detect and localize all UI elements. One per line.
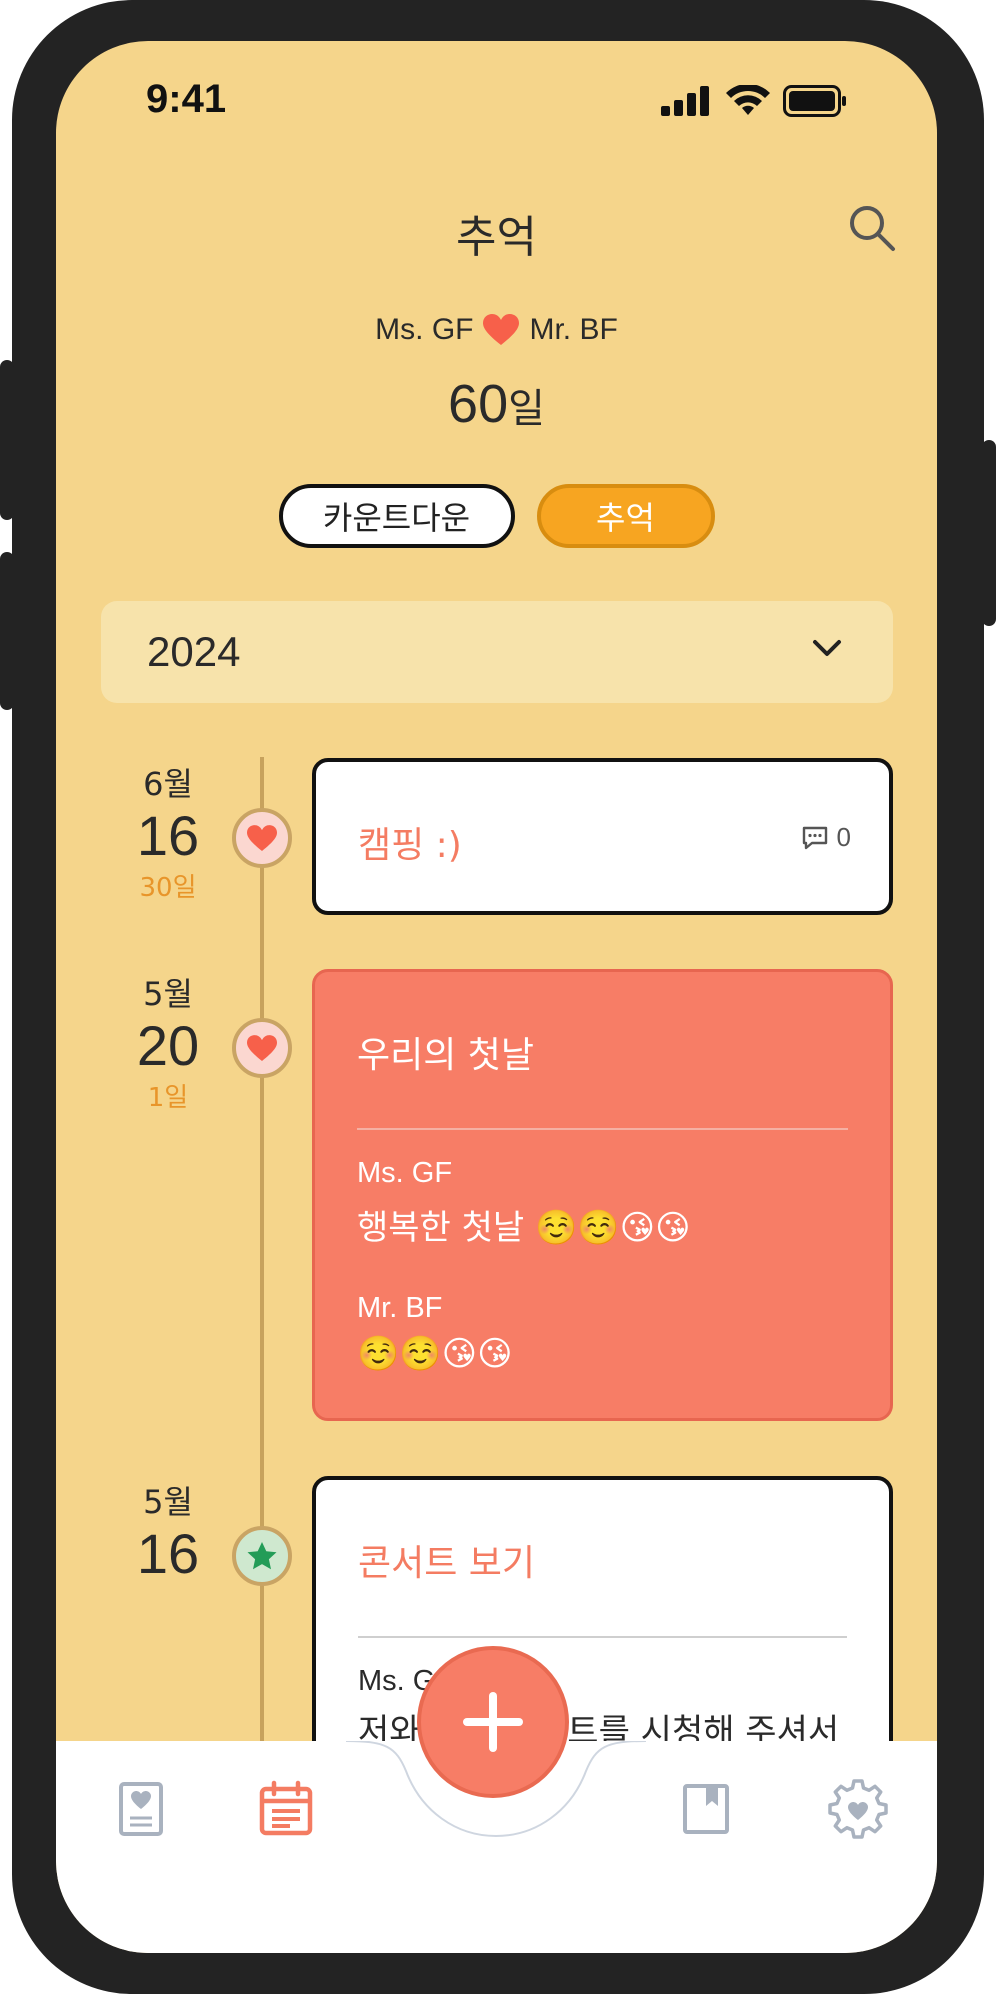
entry-message: 행복한 첫날 ☺️☺️😘😘 [357,1208,691,1248]
memory-card[interactable]: 우리의 첫날 Ms. GF 행복한 첫날 ☺️☺️😘😘 Mr. BF ☺️☺️😘… [312,969,893,1421]
status-time: 9:41 [146,77,227,121]
right-name: Mr. BF [529,313,618,346]
cellular-signal-icon [661,86,709,116]
page-title: 추억 [456,212,537,263]
toggle-memory[interactable]: 추억 [536,484,715,548]
timeline-date: 6월 16 30일 [98,759,238,904]
memory-title: 우리의 첫날 [357,1035,535,1076]
calendar-icon [259,1780,313,1836]
tab-settings[interactable] [828,1779,888,1839]
timeline-node [232,808,292,868]
app-screen: 9:41 추억 Ms. GF Mr. BF 60일 카운트다운 추억 2024 … [56,41,937,1953]
tab-diary[interactable] [111,1779,171,1839]
volume-up-button [0,360,14,520]
battery-icon [783,85,846,117]
card-divider [358,1636,847,1638]
settings-icon [828,1779,888,1839]
date-day: 16 [136,804,200,867]
diary-icon [119,1782,163,1836]
timeline-date: 5월 16 [98,1477,238,1585]
add-button[interactable] [417,1646,569,1798]
comment-count-value: 0 [836,822,851,852]
timeline-node [232,1018,292,1078]
comment-count: 0 [801,822,851,853]
day-count-number: 60 [448,374,509,434]
tab-calendar[interactable] [256,1779,316,1839]
date-month: 5월 [143,1483,193,1521]
timeline-date: 5월 20 1일 [98,969,238,1114]
timeline-node [232,1526,292,1586]
date-day: 20 [136,1014,200,1077]
heart-icon [247,824,277,851]
wifi-icon [726,85,770,115]
heart-icon [483,314,520,345]
memory-title: 캠핑 :) [358,825,462,866]
date-since: 30일 [139,873,197,903]
date-day: 16 [136,1522,200,1585]
status-icons [661,85,847,117]
heart-icon [247,1034,277,1061]
comment-icon [802,826,827,849]
timeline-line [260,757,264,1797]
toggle-countdown[interactable]: 카운트다운 [278,484,515,548]
search-button[interactable] [847,203,897,253]
memory-title: 콘서트 보기 [358,1543,536,1584]
star-icon [247,1542,277,1570]
power-button [982,440,996,626]
date-month: 5월 [143,975,193,1013]
entry-author: Mr. BF [357,1292,443,1324]
day-counter: 60일 [56,373,937,435]
bookmark-icon [683,1784,729,1834]
volume-down-button [0,552,14,710]
search-icon [850,206,895,251]
entry-author: Ms. GF [357,1157,453,1189]
memory-card[interactable]: 캠핑 :) 0 [312,758,893,915]
tab-bookmark[interactable] [676,1779,736,1839]
day-count-unit: 일 [508,386,545,432]
left-name: Ms. GF [375,313,474,346]
date-since: 1일 [147,1083,189,1113]
view-toggle: 카운트다운 추억 [56,484,937,548]
entry-message: ☺️☺️😘😘 [357,1334,513,1374]
year-value: 2024 [147,628,241,675]
date-month: 6월 [143,765,193,803]
year-dropdown[interactable]: 2024 [101,601,893,703]
chevron-down-icon [813,640,841,656]
card-divider [357,1128,848,1130]
add-icon [463,1692,523,1752]
couple-names: Ms. GF Mr. BF [56,313,937,347]
